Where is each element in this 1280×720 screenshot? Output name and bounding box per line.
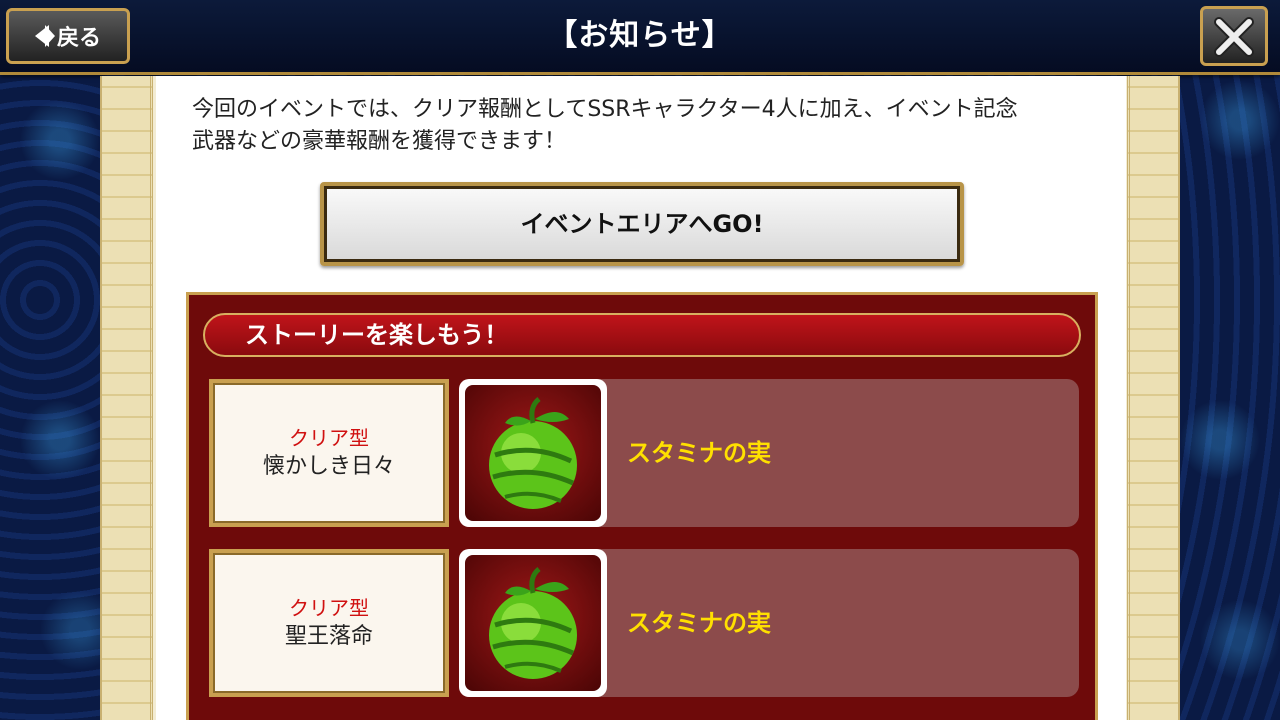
scroll-right-edge: [1127, 76, 1178, 720]
quest-title: 聖王落命: [284, 624, 373, 649]
melon-icon: [489, 397, 577, 509]
page-title: 【お知らせ】: [547, 18, 733, 53]
quest-type: クリア型: [289, 596, 369, 620]
close-icon: [1214, 17, 1254, 57]
back-button[interactable]: 戻る: [6, 8, 130, 64]
reward-row: スタミナの実: [459, 379, 1079, 527]
reward-name: スタミナの実: [627, 439, 771, 467]
quest-type: クリア型: [289, 426, 369, 450]
story-row[interactable]: クリア型 懐かしき日々 スタミナの実: [209, 379, 1079, 527]
intro-line-2: 武器などの豪華報酬を獲得できます！: [192, 129, 567, 154]
intro-line-1: 今回のイベントでは、クリア報酬としてSSRキャラクター4人に加え、イベント記念: [192, 97, 1018, 122]
scroll-left-edge: [102, 76, 153, 720]
reward-icon-frame: [459, 379, 607, 527]
notice-scroll-panel[interactable]: 今回のイベントでは、クリア報酬としてSSRキャラクター4人に加え、イベント記念 …: [100, 76, 1180, 720]
story-section: ストーリーを楽しもう！ クリア型 懐かしき日々 スタミナの実 クリア型 聖王落命…: [186, 292, 1098, 720]
story-row[interactable]: クリア型 聖王落命 スタミナの実: [209, 549, 1079, 697]
quest-label: クリア型 聖王落命: [209, 549, 449, 697]
quest-title: 懐かしき日々: [262, 454, 395, 479]
intro-text: 今回のイベントでは、クリア報酬としてSSRキャラクター4人に加え、イベント記念 …: [192, 94, 1112, 158]
reward-name: スタミナの実: [627, 609, 771, 637]
close-button[interactable]: [1200, 6, 1268, 66]
quest-label: クリア型 懐かしき日々: [209, 379, 449, 527]
back-arrow-icon: [34, 25, 55, 47]
melon-icon: [489, 567, 577, 679]
story-banner: ストーリーを楽しもう！: [203, 313, 1081, 357]
reward-icon-frame: [459, 549, 607, 697]
event-area-go-button[interactable]: イベントエリアへGO!: [320, 182, 964, 266]
header-bar: 【お知らせ】 戻る: [0, 0, 1280, 75]
notice-content: 今回のイベントでは、クリア報酬としてSSRキャラクター4人に加え、イベント記念 …: [156, 76, 1126, 720]
back-button-label: 戻る: [56, 26, 101, 51]
reward-row: スタミナの実: [459, 549, 1079, 697]
